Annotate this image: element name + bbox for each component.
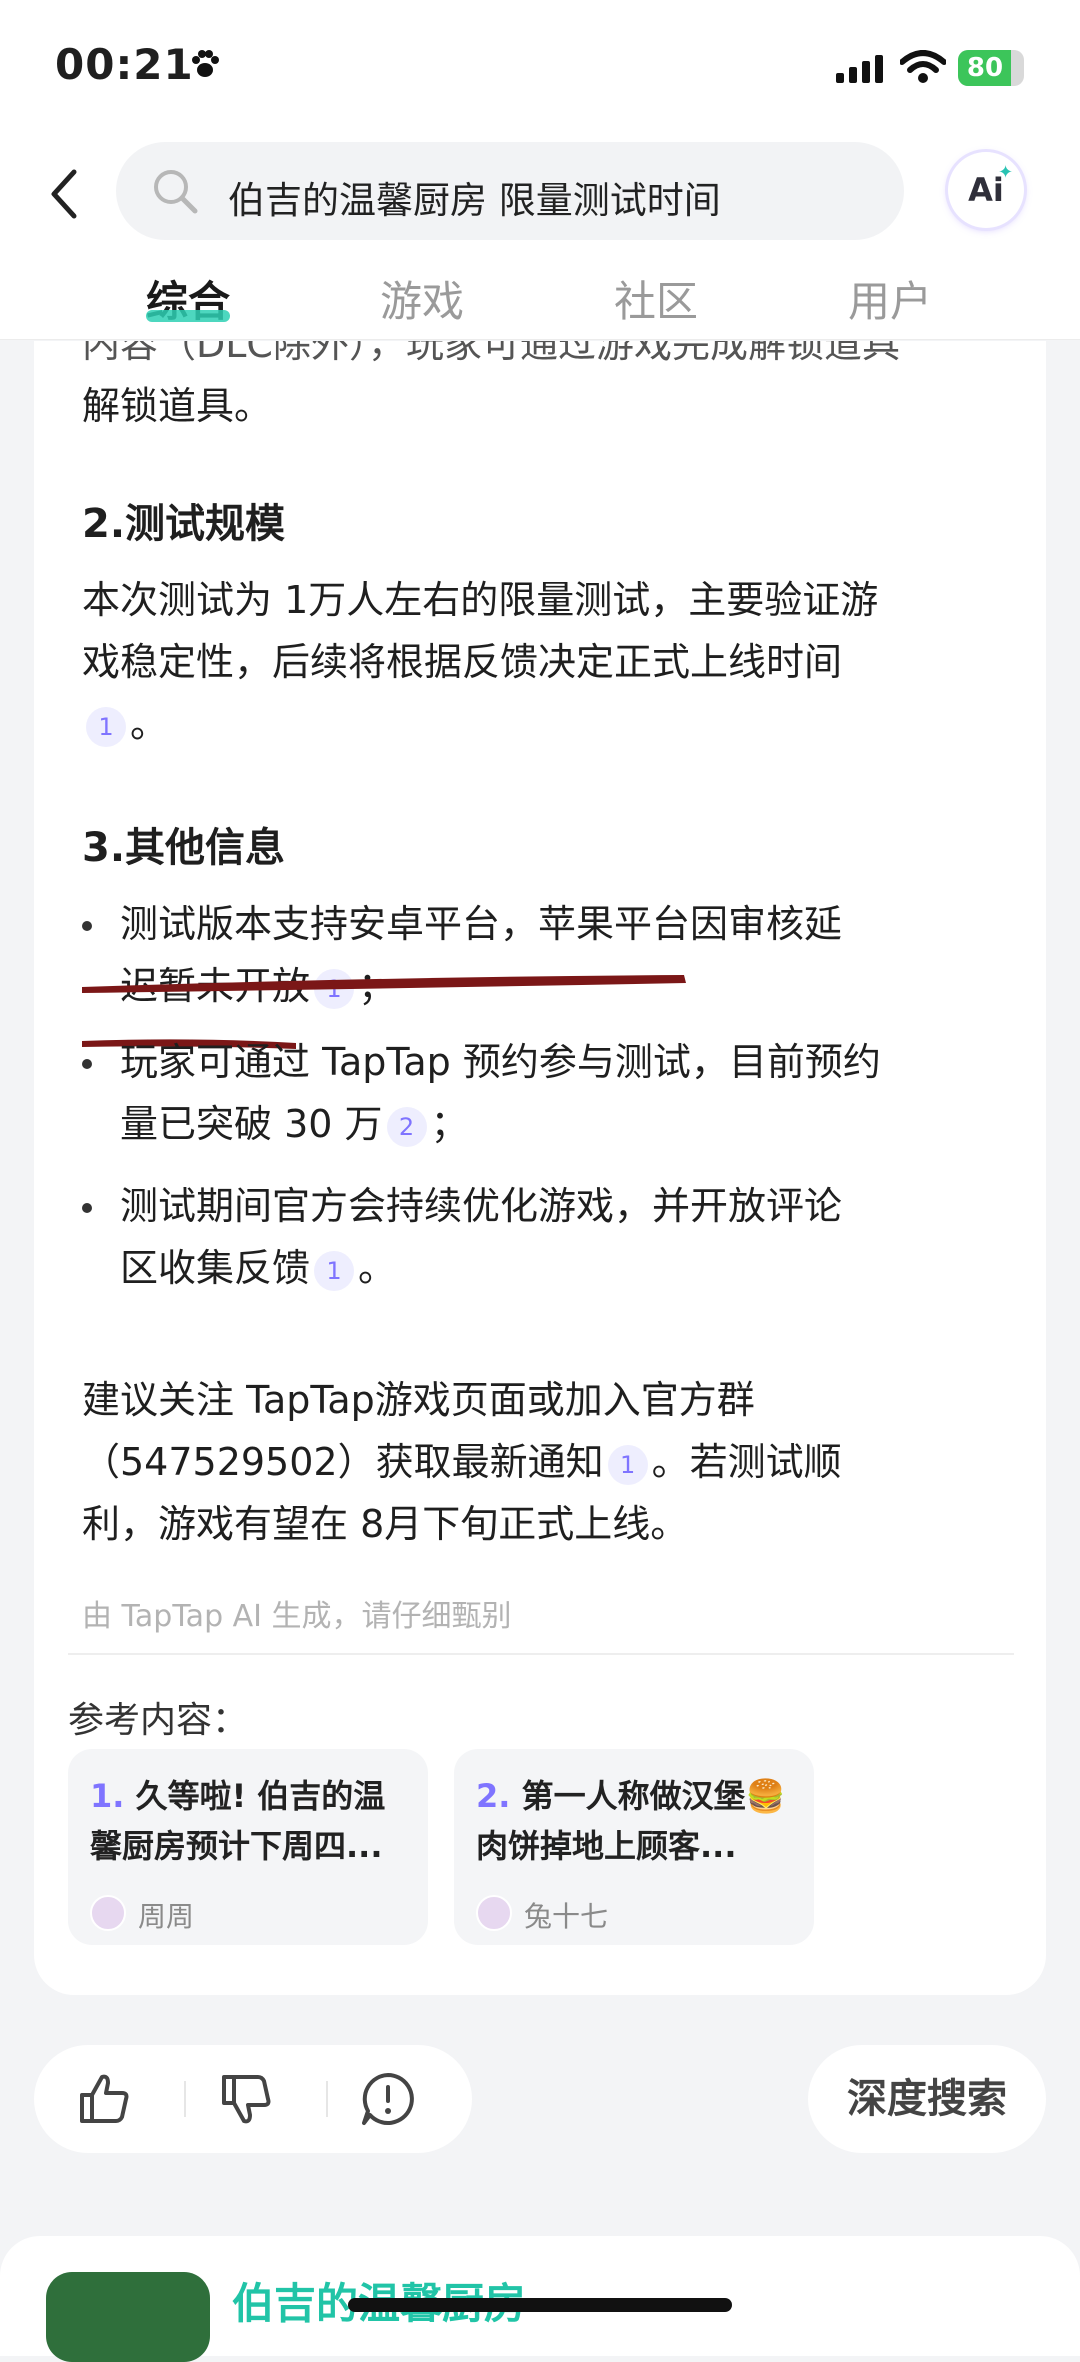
- bullet-3-line-1: 测试期间官方会持续优化游戏，并开放评论: [120, 1184, 843, 1228]
- separator: [184, 2081, 186, 2117]
- game-result-card[interactable]: 伯吉的温馨厨房: [0, 2236, 1080, 2362]
- status-bar: 00:21 80: [0, 0, 1080, 140]
- tab-games[interactable]: 游戏: [342, 268, 502, 329]
- home-indicator: [348, 2298, 732, 2312]
- closing-line-3: 利，游戏有望在 8月下旬正式上线。: [82, 1502, 689, 1546]
- bullet-2-line-2: 量已突破 30 万 2；: [120, 1102, 469, 1147]
- closing-line-2: （547529502）获取最新通知 1 。若测试顺: [82, 1440, 842, 1485]
- author-avatar: [90, 1895, 126, 1931]
- paw-icon: [192, 50, 219, 77]
- ai-assistant-button[interactable]: Ai ✦: [948, 152, 1024, 228]
- reference-card-2[interactable]: 2. 第一人称做汉堡🍔肉饼掉地上顾客... 兔十七: [454, 1749, 814, 1945]
- active-tab-indicator: [146, 310, 230, 322]
- clock-time: 00:21: [55, 40, 194, 89]
- citation-badge[interactable]: 2: [386, 1106, 427, 1147]
- feedback-bar: [34, 2045, 472, 2153]
- thumbs-up-icon[interactable]: [76, 2071, 132, 2127]
- section-2-line-2: 戏稳定性，后续将根据反馈决定正式上线时间: [82, 640, 843, 684]
- ai-answer-card: 内容（DLC除外），玩家可通过游戏完成解锁道具 解锁道具。 2.测试规模 本次测…: [34, 341, 1046, 1995]
- author-avatar: [476, 1895, 512, 1931]
- search-input[interactable]: 伯吉的温馨厨房 限量测试时间: [116, 142, 904, 240]
- reference-author: 周周: [138, 1900, 195, 1933]
- wifi-icon: [900, 50, 946, 83]
- bullet-2-line-1: 玩家可通过 TapTap 预约参与测试，目前预约: [120, 1040, 881, 1084]
- search-header: 伯吉的温馨厨房 限量测试时间 Ai ✦: [0, 140, 1080, 260]
- battery-percent: 80: [966, 53, 1004, 83]
- search-query[interactable]: 伯吉的温馨厨房 限量测试时间: [228, 170, 721, 224]
- search-tabs: 综合 游戏 社区 用户: [0, 260, 1080, 340]
- search-icon: [154, 170, 198, 214]
- reference-title: 2. 第一人称做汉堡🍔肉饼掉地上顾客...: [476, 1777, 786, 1865]
- thumbs-down-icon[interactable]: [218, 2071, 274, 2127]
- answer-cut-off-line: 内容（DLC除外），玩家可通过游戏完成解锁道具: [82, 341, 900, 366]
- separator: [326, 2081, 328, 2117]
- citation-badge[interactable]: 1: [607, 1444, 648, 1485]
- bullet-3-line-2: 区收集反馈 1。: [120, 1246, 397, 1291]
- section-3-title: 3.其他信息: [82, 825, 286, 871]
- references-title: 参考内容：: [68, 1700, 249, 1741]
- reference-author: 兔十七: [524, 1900, 609, 1933]
- bullet-dot: [82, 1203, 92, 1213]
- signal-icon: [836, 55, 883, 83]
- sparkle-icon: ✦: [998, 162, 1014, 183]
- bullet-dot: [82, 921, 92, 931]
- section-2-title: 2.测试规模: [82, 501, 286, 547]
- answer-line: 解锁道具。: [82, 384, 273, 428]
- game-thumbnail: [46, 2272, 210, 2362]
- battery-icon: 80: [958, 50, 1024, 86]
- reference-card-1[interactable]: 1. 久等啦! 伯吉的温馨厨房预计下周四... 周周: [68, 1749, 428, 1945]
- tab-users[interactable]: 用户: [810, 268, 970, 329]
- report-icon[interactable]: [360, 2071, 416, 2127]
- tab-community[interactable]: 社区: [576, 268, 736, 329]
- citation-badge[interactable]: 1: [86, 706, 126, 747]
- back-arrow-icon[interactable]: [44, 164, 84, 224]
- deep-search-button[interactable]: 深度搜索: [808, 2045, 1046, 2153]
- bullet-dot: [82, 1059, 92, 1069]
- closing-line-1: 建议关注 TapTap游戏页面或加入官方群: [82, 1378, 755, 1422]
- citation-badge[interactable]: 1: [314, 1250, 355, 1291]
- divider: [68, 1653, 1014, 1655]
- section-2-line-1: 本次测试为 1万人左右的限量测试，主要验证游: [82, 578, 879, 622]
- reference-title: 1. 久等啦! 伯吉的温馨厨房预计下周四...: [90, 1777, 386, 1865]
- ai-disclaimer: 由 TapTap AI 生成，请仔细甄别: [82, 1599, 512, 1634]
- section-2-line-3: 1。: [82, 693, 1022, 755]
